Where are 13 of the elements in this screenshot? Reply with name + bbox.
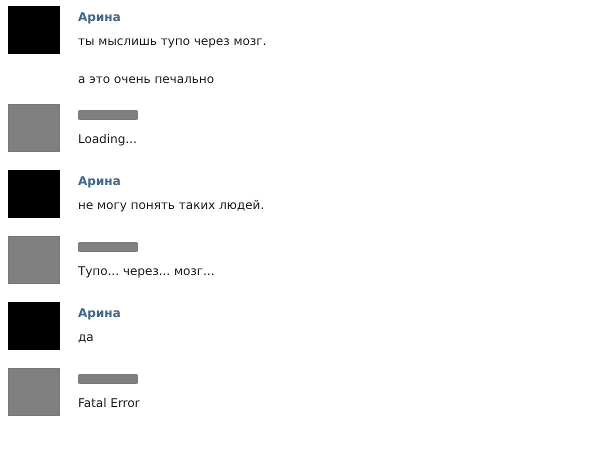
message-text: Loading... — [78, 132, 138, 146]
redacted-name — [78, 110, 138, 120]
message-text: да — [78, 330, 95, 344]
sender-name: Арина — [78, 174, 122, 188]
sender-name: Арина — [78, 306, 121, 320]
message-text: ты мыслишь тупо через мозг. — [78, 34, 266, 48]
message-text: Тупо... через... мозг... — [78, 264, 215, 278]
message-text: не могу понять таких людей. — [78, 198, 264, 212]
redacted-name — [78, 374, 138, 384]
message-text: а это очень печально — [78, 72, 216, 86]
redacted-name — [78, 242, 138, 252]
sender-name: Арина — [78, 10, 122, 24]
message-text: Fatal Error — [78, 396, 140, 410]
